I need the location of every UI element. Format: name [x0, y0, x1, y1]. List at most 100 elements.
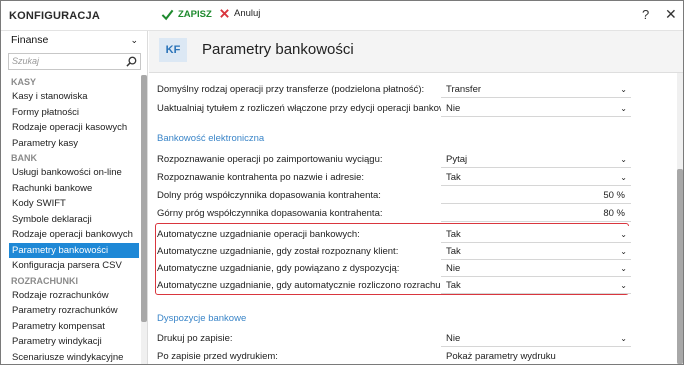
field-label: Rozpoznawanie operacji po zaimportowaniu…: [157, 154, 383, 165]
sidebar-item-rodzaje-operacji-bankowych[interactable]: Rodzaje operacji bankowych: [9, 227, 139, 243]
select-value: Tak: [446, 246, 461, 257]
form-row: Górny próg współczynnika dopasowania kon…: [157, 205, 631, 222]
section-bankowosc-elektroniczna: Bankowość elektroniczna: [157, 133, 265, 144]
main-scrollbar[interactable]: [677, 73, 683, 364]
chevron-down-icon: ⌄: [620, 334, 627, 343]
sidebar-scrollbar[interactable]: [141, 75, 147, 364]
cancel-label: Anuluj: [234, 8, 261, 19]
form-row: Drukuj po zapisie: Nie ⌄: [157, 330, 631, 347]
print-after-save-select[interactable]: Nie ⌄: [441, 330, 631, 347]
sidebar-item-konfiguracja-parsera-csv[interactable]: Konfiguracja parsera CSV: [9, 258, 139, 274]
contractor-recognition-select[interactable]: Tak ⌄: [441, 169, 631, 186]
sidebar-item-rodzaje-rozrachunkow[interactable]: Rodzaje rozrachunków: [9, 288, 139, 304]
select-value: Tak: [446, 172, 461, 183]
sidebar-item-parametry-bankowosci[interactable]: Parametry bankowości: [9, 242, 139, 258]
field-label: Automatyczne uzgadnianie, gdy automatycz…: [157, 280, 459, 291]
field-label: Automatyczne uzgadnianie, gdy powiązano …: [157, 263, 400, 274]
sidebar-group-kasy: KASY: [11, 77, 37, 87]
search-input[interactable]: Szukaj: [8, 53, 141, 70]
field-label: Automatyczne uzgadnianie operacji bankow…: [157, 229, 360, 240]
auto-reconcile-disposition-select[interactable]: Nie ⌄: [441, 260, 631, 277]
chevron-down-icon: ⌄: [620, 155, 627, 164]
transfer-operation-select[interactable]: Transfer ⌄: [441, 81, 631, 98]
form-row: Dolny próg współczynnika dopasowania kon…: [157, 187, 631, 204]
select-value: Nie: [446, 333, 461, 344]
auto-reconcile-settlement-select[interactable]: Tak ⌄: [441, 277, 631, 294]
chevron-down-icon: ⌄: [620, 104, 627, 113]
percent-unit: %: [616, 190, 625, 201]
section-dyspozycje-bankowe: Dyspozycje bankowe: [157, 313, 247, 324]
sidebar: Finanse ⌄ Szukaj KASY Kasy i stanowiska …: [1, 31, 148, 364]
lower-threshold-input[interactable]: 50 %: [441, 187, 631, 204]
sidebar-item-kody-swift[interactable]: Kody SWIFT: [9, 196, 139, 212]
module-select[interactable]: Finanse ⌄: [8, 32, 141, 49]
sidebar-item-formy-platnosci[interactable]: Formy płatności: [9, 105, 139, 121]
select-value: Transfer: [446, 84, 482, 95]
field-label: Drukuj po zapisie:: [157, 333, 233, 344]
form-row: Rozpoznawanie kontrahenta po nazwie i ad…: [157, 169, 631, 186]
auto-reconcile-select[interactable]: Tak ⌄: [441, 226, 631, 243]
sidebar-item-parametry-kasy[interactable]: Parametry kasy: [9, 136, 139, 152]
sidebar-item-parametry-rozrachunkow[interactable]: Parametry rozrachunków: [9, 303, 139, 319]
field-label: Rozpoznawanie kontrahenta po nazwie i ad…: [157, 172, 365, 183]
chevron-down-icon: ⌄: [620, 264, 627, 273]
form-row: Domyślny rodzaj operacji przy transferze…: [157, 81, 631, 98]
sidebar-item-rodzaje-operacji-kasowych[interactable]: Rodzaje operacji kasowych: [9, 120, 139, 136]
auto-reconcile-client-select[interactable]: Tak ⌄: [441, 243, 631, 260]
select-value: Nie: [446, 103, 461, 114]
sidebar-item-parametry-kompensat[interactable]: Parametry kompensat: [9, 319, 139, 335]
sidebar-group-bank: BANK: [11, 153, 37, 163]
title-bar: KONFIGURACJA ZAPISZ Anuluj ? ✕: [1, 1, 683, 31]
select-value: Tak: [446, 280, 461, 291]
sidebar-item-parametry-windykacji[interactable]: Parametry windykacji: [9, 334, 139, 350]
cancel-button[interactable]: Anuluj: [219, 8, 260, 19]
field-label: Automatyczne uzgadnianie, gdy został roz…: [157, 246, 399, 257]
percent-unit: %: [616, 208, 625, 219]
sidebar-group-rozrachunki: ROZRACHUNKI: [11, 275, 78, 286]
chevron-down-icon: ⌄: [620, 85, 627, 94]
form-row: Uaktualniaj tytułem z rozliczeń włączone…: [157, 100, 631, 117]
chevron-down-icon: ⌄: [620, 230, 627, 239]
close-x-icon: [220, 9, 229, 18]
form-row: Automatyczne uzgadnianie, gdy powiązano …: [157, 260, 631, 277]
chevron-down-icon: ⌄: [130, 35, 138, 45]
form-row: Automatyczne uzgadnianie operacji bankow…: [157, 226, 631, 243]
operation-recognition-select[interactable]: Pytaj ⌄: [441, 151, 631, 168]
sidebar-item-uslugi-bankowosci[interactable]: Usługi bankowości on-line: [9, 165, 139, 181]
module-select-value: Finanse: [11, 34, 49, 46]
main-scrollbar-thumb[interactable]: [677, 169, 683, 364]
sidebar-item-kasy-i-stanowiska[interactable]: Kasy i stanowiska: [9, 89, 139, 105]
settings-form: Domyślny rodzaj operacji przy transferze…: [149, 73, 683, 364]
select-value: Pytaj: [446, 154, 468, 165]
save-button[interactable]: ZAPISZ: [161, 8, 212, 21]
update-title-select[interactable]: Nie ⌄: [441, 100, 631, 117]
form-row: Rozpoznawanie operacji po zaimportowaniu…: [157, 151, 631, 168]
upper-threshold-input[interactable]: 80 %: [441, 205, 631, 222]
select-value: Nie: [446, 263, 461, 274]
form-row: Automatyczne uzgadnianie, gdy automatycz…: [157, 277, 631, 294]
sidebar-item-symbole-deklaracji[interactable]: Symbole deklaracji: [9, 212, 139, 228]
form-row: Automatyczne uzgadnianie, gdy został roz…: [157, 243, 631, 260]
check-icon: [161, 9, 174, 21]
field-label: Domyślny rodzaj operacji przy transferze…: [157, 84, 425, 95]
close-button[interactable]: ✕: [665, 6, 677, 23]
field-label: Dolny próg współczynnika dopasowania kon…: [157, 190, 381, 201]
before-print-select[interactable]: Pokaż parametry wydruku: [441, 348, 631, 364]
search-icon: [126, 56, 137, 67]
search-placeholder: Szukaj: [12, 56, 40, 66]
field-label: Po zapisie przed wydrukiem:: [157, 351, 278, 362]
sidebar-scrollbar-thumb[interactable]: [141, 75, 147, 322]
sidebar-item-rachunki-bankowe[interactable]: Rachunki bankowe: [9, 181, 139, 197]
module-badge: KF: [159, 38, 187, 62]
select-value: Tak: [446, 229, 461, 240]
input-value: 80: [603, 208, 614, 219]
chevron-down-icon: ⌄: [620, 173, 627, 182]
save-label: ZAPISZ: [178, 9, 212, 20]
page-title: Parametry bankowości: [202, 41, 354, 58]
field-label: Górny próg współczynnika dopasowania kon…: [157, 208, 383, 219]
field-label: Uaktualniaj tytułem z rozliczeń włączone…: [157, 103, 456, 114]
help-button[interactable]: ?: [642, 7, 649, 22]
sidebar-item-scenariusze-windykacyjne[interactable]: Scenariusze windykacyjne: [9, 350, 139, 365]
chevron-down-icon: ⌄: [620, 247, 627, 256]
input-value: 50: [603, 190, 614, 201]
